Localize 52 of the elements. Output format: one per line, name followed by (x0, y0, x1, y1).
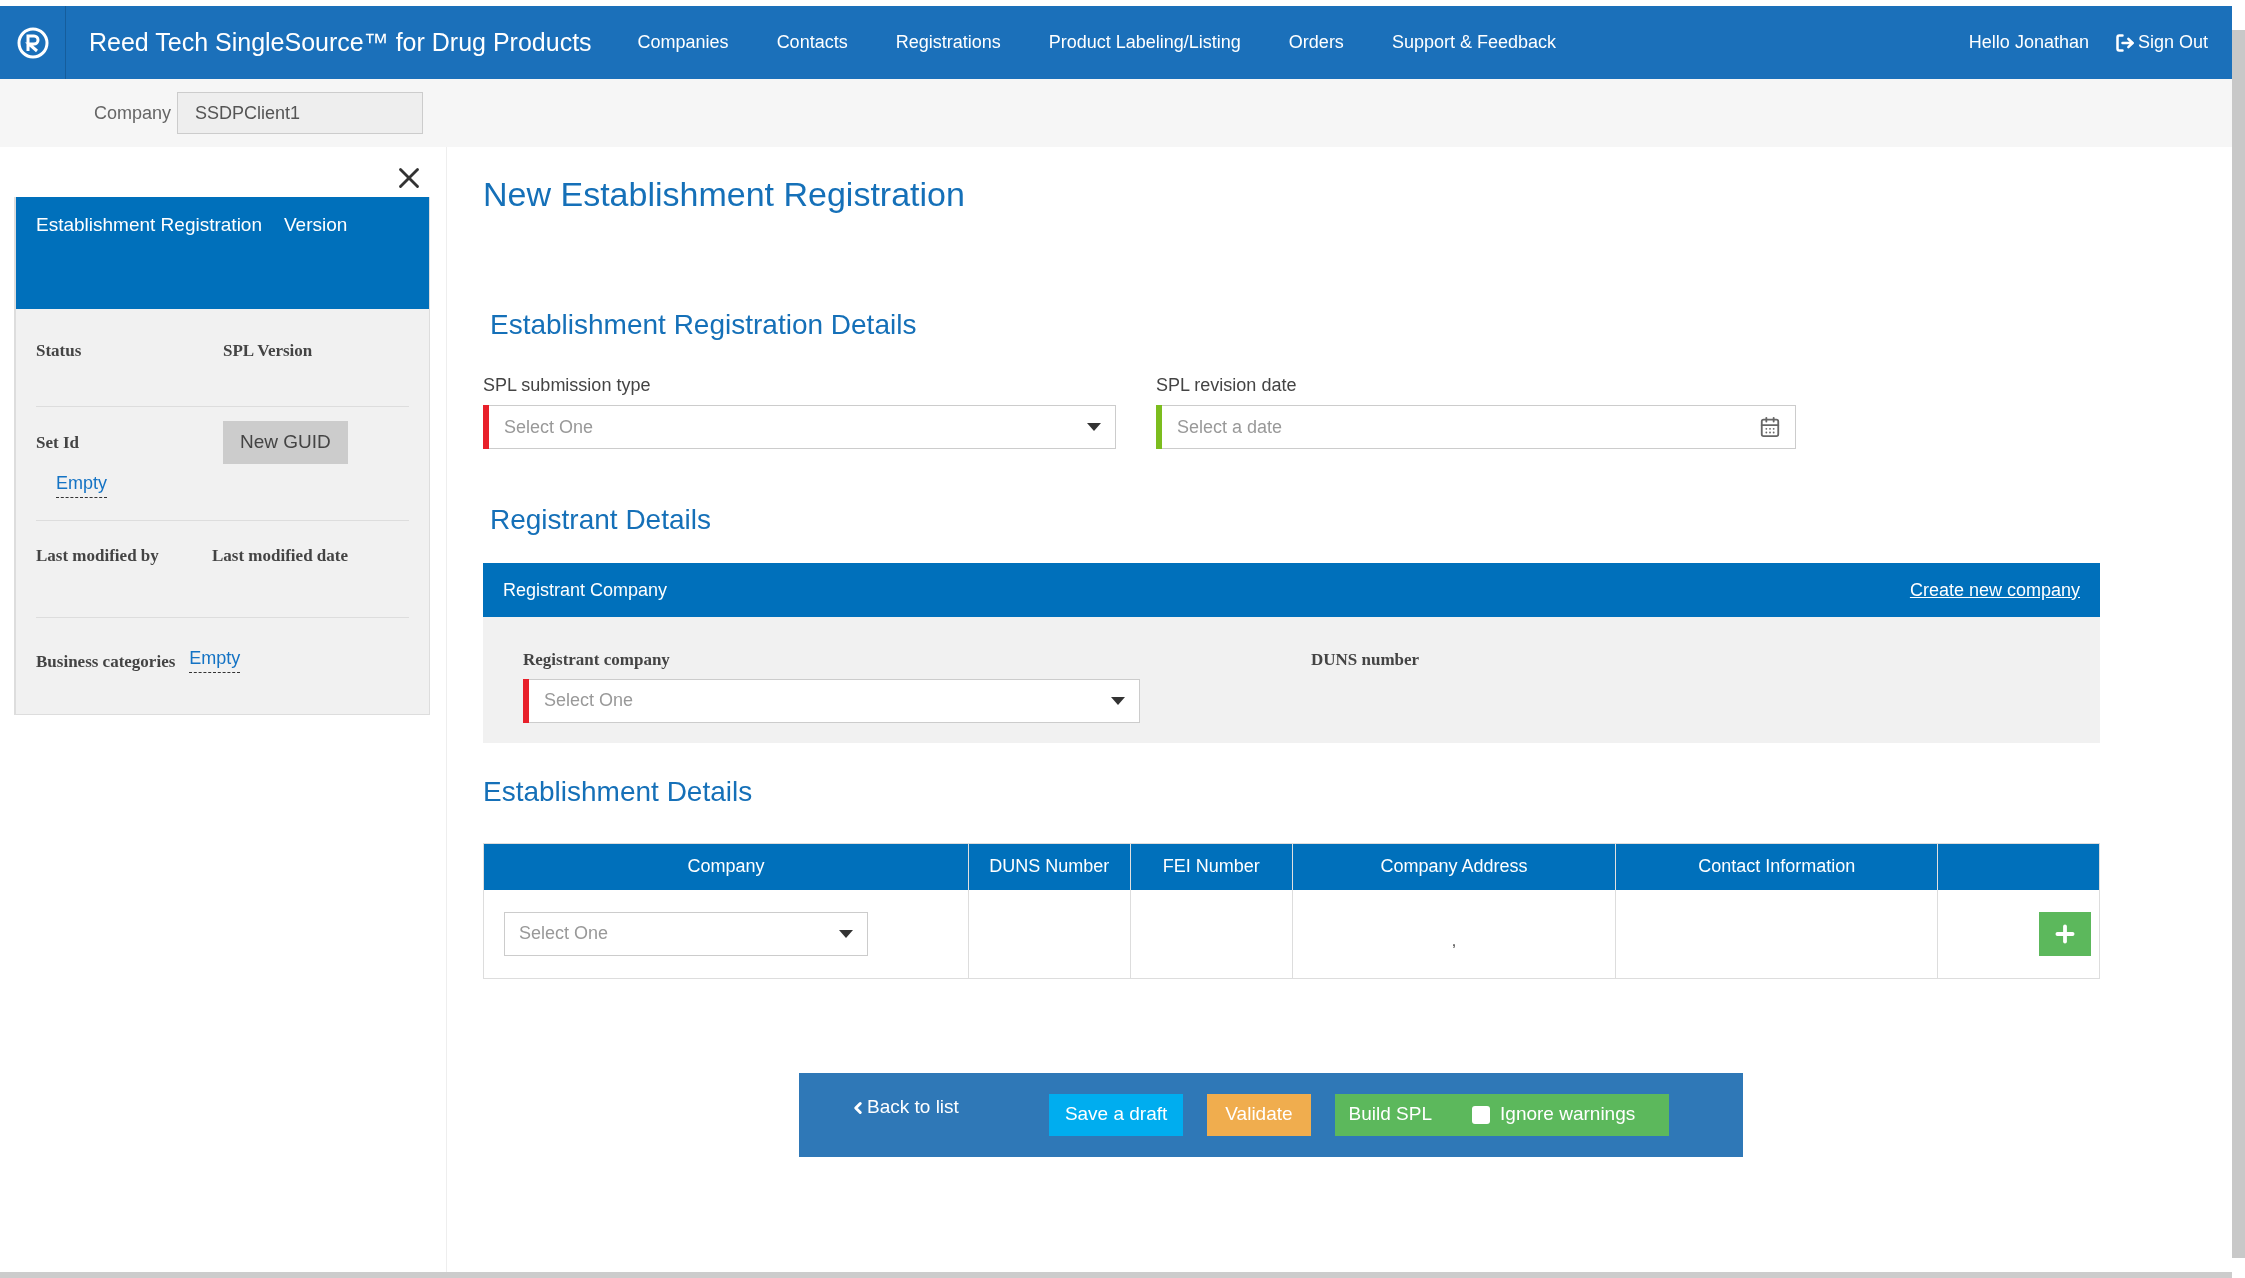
logo-icon (15, 25, 50, 60)
spl-version-label: SPL Version (223, 339, 313, 362)
company-label: Company (94, 101, 172, 125)
column-header: FEI Number (1130, 843, 1293, 890)
business-categories-link[interactable]: Empty (189, 645, 241, 673)
ignore-warnings-checkbox[interactable] (1472, 1105, 1491, 1124)
select-field[interactable]: Select One (483, 405, 1116, 449)
caret-icon (1111, 696, 1125, 705)
app-title: Reed Tech SingleSource™ for Drug Products (89, 26, 592, 58)
column-header: Company (483, 843, 969, 890)
ignore-warnings-label: Ignore warnings (1500, 1102, 1636, 1127)
nav-link[interactable]: Registrations (871, 29, 1025, 56)
back-link[interactable]: Back to list (849, 1093, 959, 1122)
date-field[interactable]: Select a date (1156, 405, 1796, 449)
panel-title: Registrant Company (503, 578, 668, 602)
sign-out-link[interactable]: Sign Out (2114, 29, 2208, 56)
status-label: Status (36, 339, 83, 362)
section-heading: Establishment Registration Details (490, 308, 918, 342)
page-title: New Establishment Registration (483, 174, 966, 215)
registrant-company-label: Registrant company (523, 649, 671, 671)
modified-date-label: Last modified date (212, 545, 348, 567)
create-company-link[interactable]: Create new company (1909, 576, 2080, 604)
new-guid-button[interactable]: New GUID (223, 421, 348, 464)
column-header: Company Address (1292, 843, 1616, 890)
section-heading: Registrant Details (490, 503, 712, 537)
nav-link[interactable]: Orders (1264, 29, 1368, 56)
section-heading: Establishment Details (483, 774, 754, 809)
sign-out-icon (2114, 32, 2135, 53)
business-categories-label: Business categories (36, 651, 176, 674)
caret-icon (839, 929, 853, 938)
version-label: Version (284, 213, 348, 237)
modified-by-label: Last modified by (36, 545, 160, 567)
company-field[interactable]: SSDPClient1 (177, 92, 424, 134)
column-header: DUNS Number (968, 843, 1131, 890)
set-id-link[interactable]: Empty (56, 470, 107, 498)
nav-link[interactable]: Product Labeling/Listing (1024, 29, 1265, 56)
greeting-text: Hello Jonathan (1968, 31, 2089, 54)
field-label: SPL submission type (483, 374, 652, 397)
add-button[interactable] (2039, 911, 2091, 956)
calendar-icon (1759, 416, 1781, 438)
field-label: SPL revision date (1156, 374, 1298, 397)
address-text: , (1451, 931, 1457, 949)
duns-label: DUNS number (1311, 649, 1420, 671)
nav-link[interactable]: Support & Feedback (1367, 29, 1580, 56)
company-select[interactable]: Select One (504, 911, 868, 956)
nav-link[interactable]: Contacts (752, 29, 872, 56)
caret-icon (1087, 423, 1101, 431)
column-header: Contact Information (1615, 843, 1938, 890)
select-field[interactable]: Select One (523, 678, 1140, 723)
nav-link[interactable]: Companies (613, 29, 753, 56)
panel-title: Establishment Registration (36, 213, 262, 237)
set-id-label: Set Id (36, 431, 80, 454)
